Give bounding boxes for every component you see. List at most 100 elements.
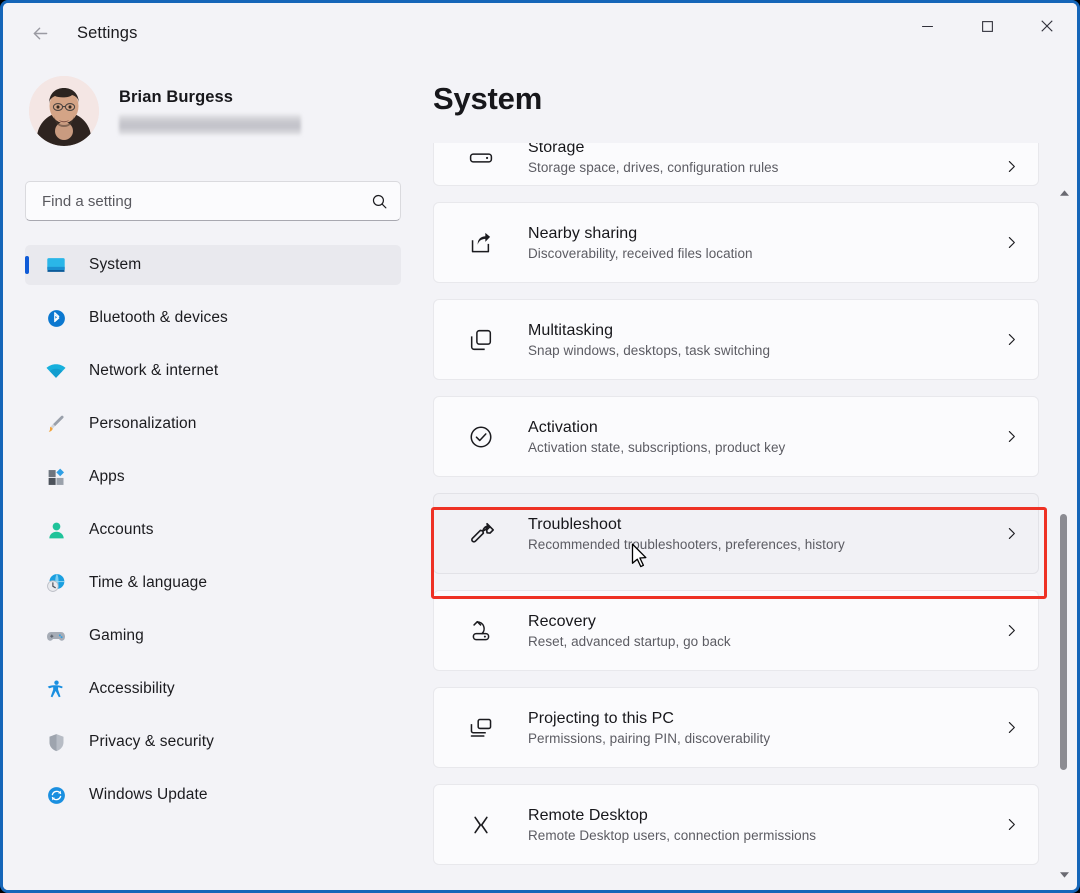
update-icon: [43, 784, 69, 806]
sidebar-nav: System Bluetooth & devices: [25, 245, 401, 815]
row-text: Troubleshoot Recommended troubleshooters…: [528, 516, 993, 552]
bluetooth-icon: [43, 307, 69, 329]
close-button[interactable]: [1017, 3, 1077, 49]
sidebar: Brian Burgess Sys: [3, 63, 423, 890]
chevron-right-icon[interactable]: [1003, 525, 1020, 542]
settings-row-troubleshoot[interactable]: Troubleshoot Recommended troubleshooters…: [433, 493, 1039, 574]
clock-globe-icon: [43, 572, 69, 594]
sidebar-item-network-internet[interactable]: Network & internet: [25, 351, 401, 391]
settings-row-projecting-to-this-pc[interactable]: Projecting to this PC Permissions, pairi…: [433, 687, 1039, 768]
back-arrow-icon: [30, 23, 51, 44]
sidebar-item-label: Accounts: [89, 521, 154, 539]
sidebar-item-label: Accessibility: [89, 680, 175, 698]
check-circle-icon: [464, 420, 498, 454]
row-subtitle: Reset, advanced startup, go back: [528, 634, 993, 649]
row-text: Activation Activation state, subscriptio…: [528, 419, 993, 455]
sidebar-item-apps[interactable]: Apps: [25, 457, 401, 497]
search-input[interactable]: [42, 193, 371, 210]
sidebar-item-label: Network & internet: [89, 362, 218, 380]
sidebar-item-label: Privacy & security: [89, 733, 214, 751]
profile-email-redacted: [119, 114, 301, 135]
paintbrush-icon: [43, 413, 69, 435]
row-title: Activation: [528, 419, 993, 437]
avatar-photo-icon: [29, 76, 99, 146]
remote-desktop-icon: [464, 808, 498, 842]
scrollbar-thumb[interactable]: [1060, 514, 1067, 770]
search-box[interactable]: [25, 181, 401, 221]
chevron-right-icon[interactable]: [1003, 816, 1020, 833]
settings-row-multitasking[interactable]: Multitasking Snap windows, desktops, tas…: [433, 299, 1039, 380]
sidebar-item-label: Bluetooth & devices: [89, 309, 228, 327]
close-icon: [1040, 19, 1054, 33]
row-title: Multitasking: [528, 322, 993, 340]
minimize-button[interactable]: [897, 3, 957, 49]
chevron-right-icon[interactable]: [1003, 719, 1020, 736]
page-title: System: [433, 81, 542, 117]
apps-icon: [43, 466, 69, 488]
profile-name: Brian Burgess: [119, 88, 301, 107]
row-text: Storage Storage space, drives, configura…: [528, 143, 993, 175]
row-subtitle: Recommended troubleshooters, preferences…: [528, 537, 993, 552]
sidebar-item-label: System: [89, 256, 141, 274]
accessibility-icon: [43, 678, 69, 700]
sidebar-item-accounts[interactable]: Accounts: [25, 510, 401, 550]
row-subtitle: Remote Desktop users, connection permiss…: [528, 828, 993, 843]
sidebar-item-privacy-security[interactable]: Privacy & security: [25, 722, 401, 762]
window-controls: [897, 3, 1077, 49]
maximize-button[interactable]: [957, 3, 1017, 49]
sidebar-item-label: Windows Update: [89, 786, 208, 804]
row-title: Projecting to this PC: [528, 710, 993, 728]
person-icon: [43, 519, 69, 541]
row-subtitle: Snap windows, desktops, task switching: [528, 343, 993, 358]
sidebar-item-windows-update[interactable]: Windows Update: [25, 775, 401, 815]
settings-row-recovery[interactable]: Recovery Reset, advanced startup, go bac…: [433, 590, 1039, 671]
profile-text: Brian Burgess: [119, 88, 301, 135]
settings-row-storage[interactable]: Storage Storage space, drives, configura…: [433, 143, 1039, 186]
main-content: System Storage Storage space, drives, co…: [423, 63, 1077, 890]
chevron-right-icon[interactable]: [1003, 331, 1020, 348]
row-title: Remote Desktop: [528, 807, 993, 825]
sidebar-item-gaming[interactable]: Gaming: [25, 616, 401, 656]
row-text: Recovery Reset, advanced startup, go bac…: [528, 613, 993, 649]
back-button[interactable]: [21, 14, 59, 52]
recovery-icon: [464, 614, 498, 648]
settings-list: Storage Storage space, drives, configura…: [423, 143, 1077, 890]
caret-down-icon[interactable]: [1057, 866, 1071, 882]
settings-row-nearby-sharing[interactable]: Nearby sharing Discoverability, received…: [433, 202, 1039, 283]
project-icon: [464, 711, 498, 745]
sidebar-item-system[interactable]: System: [25, 245, 401, 285]
sidebar-item-accessibility[interactable]: Accessibility: [25, 669, 401, 709]
sidebar-item-bluetooth-devices[interactable]: Bluetooth & devices: [25, 298, 401, 338]
settings-row-activation[interactable]: Activation Activation state, subscriptio…: [433, 396, 1039, 477]
row-subtitle: Discoverability, received files location: [528, 246, 993, 261]
chevron-right-icon[interactable]: [1003, 622, 1020, 639]
user-profile[interactable]: Brian Burgess: [25, 63, 401, 159]
window-title: Settings: [77, 24, 137, 43]
wrench-icon: [464, 517, 498, 551]
sidebar-item-label: Gaming: [89, 627, 144, 645]
monitor-icon: [43, 254, 69, 276]
minimize-icon: [921, 20, 934, 33]
windows-stack-icon: [464, 323, 498, 357]
scrollbar-track[interactable]: [1057, 201, 1071, 866]
row-text: Remote Desktop Remote Desktop users, con…: [528, 807, 993, 843]
row-text: Nearby sharing Discoverability, received…: [528, 225, 993, 261]
sidebar-item-label: Apps: [89, 468, 125, 486]
drive-icon: [464, 143, 498, 175]
chevron-right-icon[interactable]: [1003, 158, 1020, 175]
sidebar-item-personalization[interactable]: Personalization: [25, 404, 401, 444]
gamepad-icon: [43, 625, 69, 647]
settings-row-remote-desktop[interactable]: Remote Desktop Remote Desktop users, con…: [433, 784, 1039, 865]
maximize-icon: [981, 20, 994, 33]
settings-window: Settings: [0, 0, 1080, 893]
row-title: Storage: [528, 143, 993, 157]
row-subtitle: Permissions, pairing PIN, discoverabilit…: [528, 731, 993, 746]
row-title: Nearby sharing: [528, 225, 993, 243]
sidebar-item-label: Time & language: [89, 574, 207, 592]
chevron-right-icon[interactable]: [1003, 428, 1020, 445]
shield-icon: [43, 731, 69, 753]
sidebar-item-time-language[interactable]: Time & language: [25, 563, 401, 603]
chevron-right-icon[interactable]: [1003, 234, 1020, 251]
caret-up-icon[interactable]: [1057, 185, 1071, 201]
content-scrollbar[interactable]: [1057, 185, 1071, 882]
